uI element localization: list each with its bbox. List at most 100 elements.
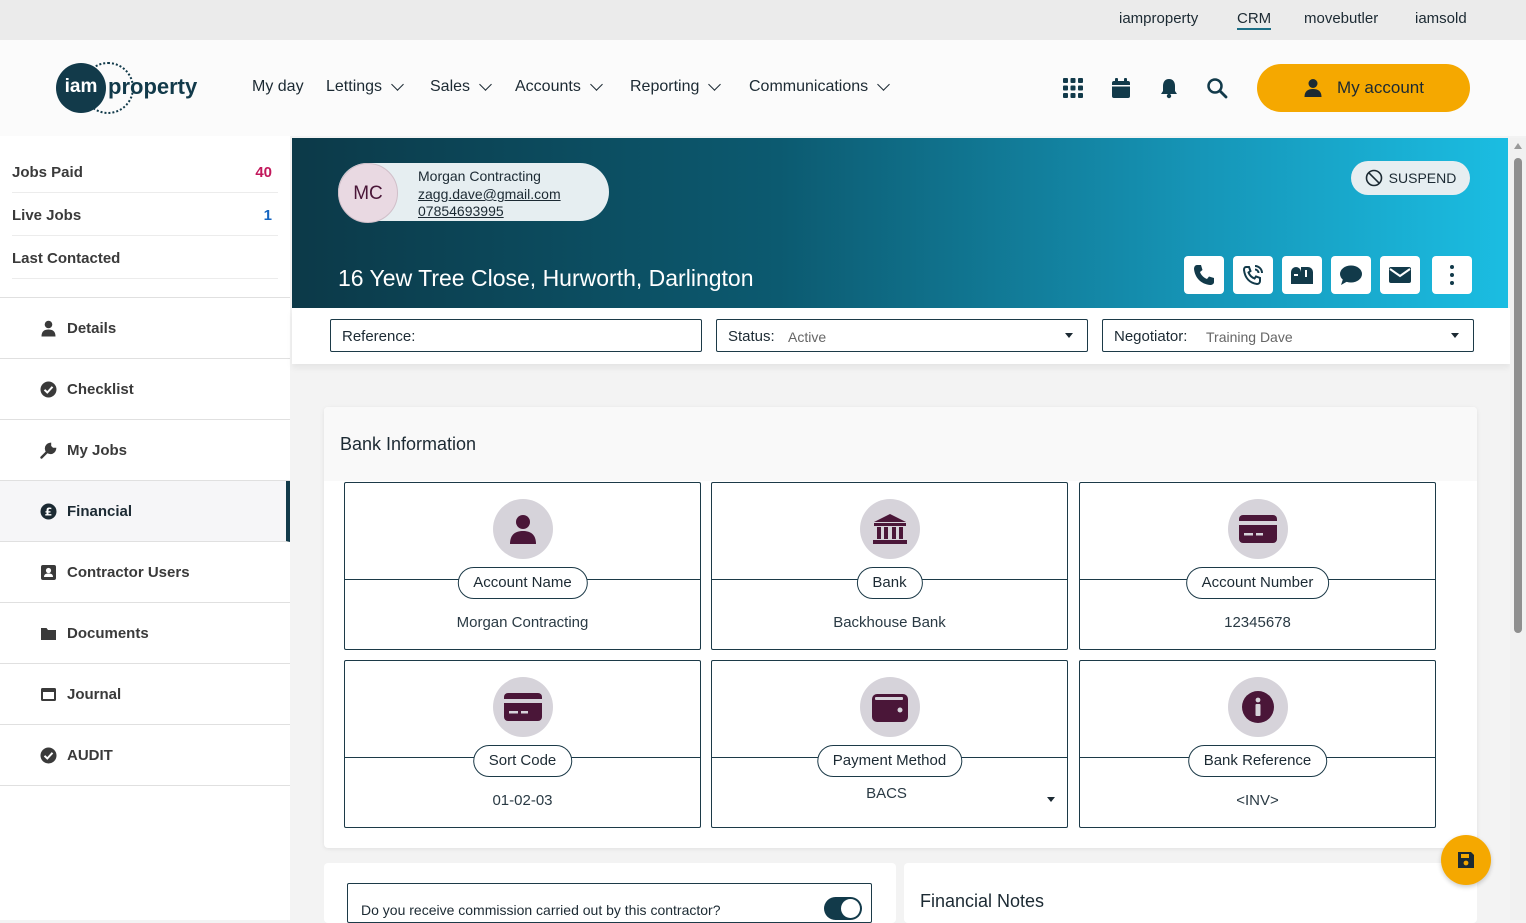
tile-label: Bank Reference xyxy=(1187,745,1328,777)
iamproperty-logo[interactable]: iam property xyxy=(56,62,206,115)
top-link-crm[interactable]: CRM xyxy=(1237,10,1272,30)
tile-label: Bank xyxy=(856,567,923,599)
sidebar-item-documents[interactable]: Documents xyxy=(0,603,290,664)
stat-live-jobs: Live Jobs 1 xyxy=(12,193,278,236)
negotiator-value: Training Dave xyxy=(1206,329,1293,345)
tile-bank[interactable]: Bank Backhouse Bank xyxy=(711,482,1068,650)
tile-label: Payment Method xyxy=(816,745,963,777)
top-link-movebutler[interactable]: movebutler xyxy=(1304,10,1378,27)
nav-accounts[interactable]: Accounts xyxy=(515,78,603,96)
tile-value: Morgan Contracting xyxy=(456,614,589,631)
chevron-down-icon xyxy=(708,78,722,91)
nav-label: Accounts xyxy=(515,78,581,95)
status-label: Status: xyxy=(728,328,775,345)
mailbox-icon xyxy=(1291,267,1313,284)
contact-name: Morgan Contracting xyxy=(418,168,541,184)
caret-down-icon xyxy=(1451,333,1459,338)
tile-icon-badge xyxy=(1228,499,1288,559)
call-log-button[interactable] xyxy=(1233,256,1273,294)
stat-label: Live Jobs xyxy=(12,207,82,224)
reference-field[interactable]: Reference: xyxy=(330,319,702,352)
search-icon[interactable] xyxy=(1206,77,1228,99)
bell-icon[interactable] xyxy=(1158,77,1180,99)
nav-label: My day xyxy=(252,78,304,95)
check-circle-icon xyxy=(40,747,57,764)
caret-down-icon xyxy=(1065,333,1073,338)
top-link-iamproperty[interactable]: iamproperty xyxy=(1119,10,1198,27)
contact-phone-link[interactable]: 07854693995 xyxy=(418,203,504,219)
tile-account-name[interactable]: Account Name Morgan Contracting xyxy=(344,482,701,650)
stat-jobs-paid: Jobs Paid 40 xyxy=(12,150,278,193)
tile-value: 01-02-03 xyxy=(492,792,553,809)
scroll-up-arrow-icon[interactable] xyxy=(1514,143,1522,149)
bank-information-header xyxy=(324,407,1477,481)
nav-label: Sales xyxy=(430,78,471,95)
negotiator-select[interactable]: Negotiator: Training Dave xyxy=(1102,319,1474,352)
ban-icon xyxy=(1365,169,1382,187)
tile-label: Account Name xyxy=(457,567,588,599)
avatar[interactable]: MC xyxy=(338,163,398,223)
sidebar-item-details[interactable]: Details xyxy=(0,298,290,359)
commission-toggle[interactable] xyxy=(824,897,862,920)
nav-reporting[interactable]: Reporting xyxy=(630,78,722,96)
contact-email-link[interactable]: zagg.dave@gmail.com xyxy=(418,186,561,202)
phone-call-icon xyxy=(1242,265,1263,286)
nav-my-day[interactable]: My day xyxy=(252,78,304,96)
more-vertical-icon xyxy=(1450,265,1454,285)
tile-icon-badge xyxy=(1228,677,1288,737)
sidebar-item-audit[interactable]: AUDIT xyxy=(0,725,290,786)
sidebar-item-financial[interactable]: £ Financial xyxy=(0,481,290,542)
sidebar-item-checklist[interactable]: Checklist xyxy=(0,359,290,420)
apps-grid-icon[interactable] xyxy=(1062,77,1084,99)
sidebar-item-journal[interactable]: Journal xyxy=(0,664,290,725)
user-icon xyxy=(1304,79,1322,97)
sidebar-item-label: Details xyxy=(67,320,117,337)
top-link-iamsold[interactable]: iamsold xyxy=(1415,10,1467,27)
chat-icon xyxy=(1340,265,1362,285)
chevron-down-icon xyxy=(589,78,603,91)
sidebar-item-label: AUDIT xyxy=(67,747,113,764)
my-account-button[interactable]: My account xyxy=(1257,64,1470,112)
tile-sort-code[interactable]: Sort Code 01-02-03 xyxy=(344,660,701,828)
status-select[interactable]: Status: Active xyxy=(716,319,1088,352)
pound-circle-icon: £ xyxy=(40,503,57,520)
nav-communications[interactable]: Communications xyxy=(749,78,891,96)
call-button[interactable] xyxy=(1184,256,1224,294)
wrench-icon xyxy=(40,442,57,459)
tile-value: <INV> xyxy=(1236,792,1279,809)
tile-label: Account Number xyxy=(1185,567,1330,599)
scrollbar-thumb[interactable] xyxy=(1514,158,1522,633)
svg-text:£: £ xyxy=(45,506,53,519)
message-button[interactable] xyxy=(1331,256,1371,294)
letter-button[interactable] xyxy=(1282,256,1322,294)
tile-icon-badge xyxy=(860,677,920,737)
nav-lettings[interactable]: Lettings xyxy=(326,78,404,96)
credit-card-icon xyxy=(504,693,542,721)
tile-icon-badge xyxy=(493,677,553,737)
stat-last-contacted: Last Contacted xyxy=(12,236,278,279)
chevron-down-icon xyxy=(877,78,891,91)
sidebar-item-my-jobs[interactable]: My Jobs xyxy=(0,420,290,481)
tile-account-number[interactable]: Account Number 12345678 xyxy=(1079,482,1436,650)
toggle-knob xyxy=(841,899,860,918)
nav-sales[interactable]: Sales xyxy=(430,78,492,96)
more-options-button[interactable] xyxy=(1432,256,1472,294)
payment-method-select[interactable]: BACS xyxy=(706,785,1067,802)
calendar-icon[interactable] xyxy=(1110,77,1132,99)
contact-card-icon xyxy=(41,565,56,580)
save-icon xyxy=(1458,852,1474,868)
save-button[interactable] xyxy=(1441,835,1491,885)
logo-word: property xyxy=(108,74,198,99)
stat-label: Jobs Paid xyxy=(12,164,83,181)
sidebar-item-contractor-users[interactable]: Contractor Users xyxy=(0,542,290,603)
suspend-button[interactable]: SUSPEND xyxy=(1351,161,1470,195)
tile-payment-method[interactable]: Payment Method BACS xyxy=(711,660,1068,828)
tile-icon-badge xyxy=(860,499,920,559)
tile-label: Sort Code xyxy=(472,745,573,777)
email-button[interactable] xyxy=(1380,256,1420,294)
sidebar-item-label: Documents xyxy=(67,625,149,642)
financial-notes-title: Financial Notes xyxy=(920,891,1045,911)
user-icon xyxy=(510,515,536,544)
tile-bank-reference[interactable]: Bank Reference <INV> xyxy=(1079,660,1436,828)
journal-icon xyxy=(41,688,56,701)
